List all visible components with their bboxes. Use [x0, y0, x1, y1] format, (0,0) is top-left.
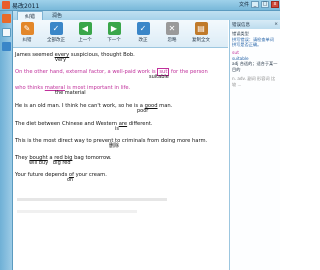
tab-polish[interactable]: 润色 [45, 11, 69, 20]
fix-all-icon: ✓ [49, 22, 63, 35]
sentence-2: On the other hand, external factor, a we… [15, 68, 208, 76]
next-button[interactable]: ▶ 下一个 [102, 22, 126, 43]
tab-correct[interactable]: 纠错 [17, 11, 44, 20]
tab-bar: 纠错 润色 [13, 11, 280, 20]
fix-button[interactable]: ✓ 改正 [131, 22, 155, 43]
fix-all-button[interactable]: ✓ 全部改正 [44, 22, 68, 43]
ignore-icon: ✕ [165, 22, 179, 35]
sentence-5: The diet between Chinese and Western are… [15, 121, 153, 127]
document-area[interactable]: James seemed every suspicious, thought B… [13, 48, 228, 270]
check-button[interactable]: ✎ 纠错 [15, 22, 39, 43]
info-panel: 错误信息 × 错误类型 拼写错误：请检查单词拼写是否正确。 sut suitab… [229, 20, 280, 270]
next-icon: ▶ [107, 22, 121, 35]
minimize-button[interactable]: _ [251, 1, 259, 8]
close-button[interactable]: x [271, 1, 279, 8]
correction-note: the material [55, 90, 86, 96]
error-word[interactable]: are [119, 121, 127, 127]
reflection-fade [13, 183, 228, 270]
sidebar [0, 11, 13, 270]
sentence-1: James seemed every suspicious, thought B… [15, 52, 135, 58]
check-icon: ✎ [20, 22, 34, 35]
title-bar: 易改2011 文件 _ □ x [0, 0, 280, 11]
maximize-button[interactable]: □ [261, 1, 269, 8]
sentence-8: Your future depends of your cream. [15, 172, 107, 178]
sidebar-doc-icon[interactable] [2, 28, 11, 37]
info-panel-header: 错误信息 × [230, 20, 280, 29]
correction-note: on [67, 177, 74, 183]
ignore-button[interactable]: ✕ 忽略 [160, 22, 184, 43]
correction-note: 删除 [109, 143, 120, 149]
reflection-line [17, 198, 167, 201]
copy-all-button[interactable]: ▤ 复制全文 [189, 22, 213, 43]
correction-note: poor [137, 108, 149, 114]
sentence-4: He is an old man. I think he can't work,… [15, 103, 173, 109]
correction-note: big red [53, 160, 71, 166]
previous-button[interactable]: ◀ 上一个 [73, 22, 97, 43]
correction-note: suitable [149, 74, 169, 80]
extra-info: n. adv. 副词 形容词 比较 ... [232, 76, 276, 87]
previous-icon: ◀ [78, 22, 92, 35]
window-title: 易改2011 [12, 3, 40, 10]
menu-file[interactable]: 文件 [239, 1, 249, 8]
suggestion-detail: adj 合适的；适合于某一目的 [232, 61, 278, 72]
copy-icon: ▤ [194, 22, 208, 35]
sidebar-settings-icon[interactable] [2, 42, 11, 51]
toolbar: ✎ 纠错 ✓ 全部改正 ◀ 上一个 ▶ 下一个 ✓ 改正 ✕ 忽略 ▤ 复制全文 [13, 20, 228, 48]
sidebar-edit-icon[interactable] [2, 14, 11, 23]
reflection-line [17, 210, 137, 213]
error-description: 拼写错误：请检查单词拼写是否正确。 [232, 36, 274, 48]
correction-note: very [55, 57, 67, 63]
correction-note: will buy [29, 160, 49, 166]
app-logo-icon [2, 1, 10, 9]
window-controls: 文件 _ □ x [239, 1, 279, 8]
panel-close-icon[interactable]: × [274, 22, 278, 27]
fix-icon: ✓ [136, 22, 150, 35]
correction-note: is [115, 126, 119, 132]
